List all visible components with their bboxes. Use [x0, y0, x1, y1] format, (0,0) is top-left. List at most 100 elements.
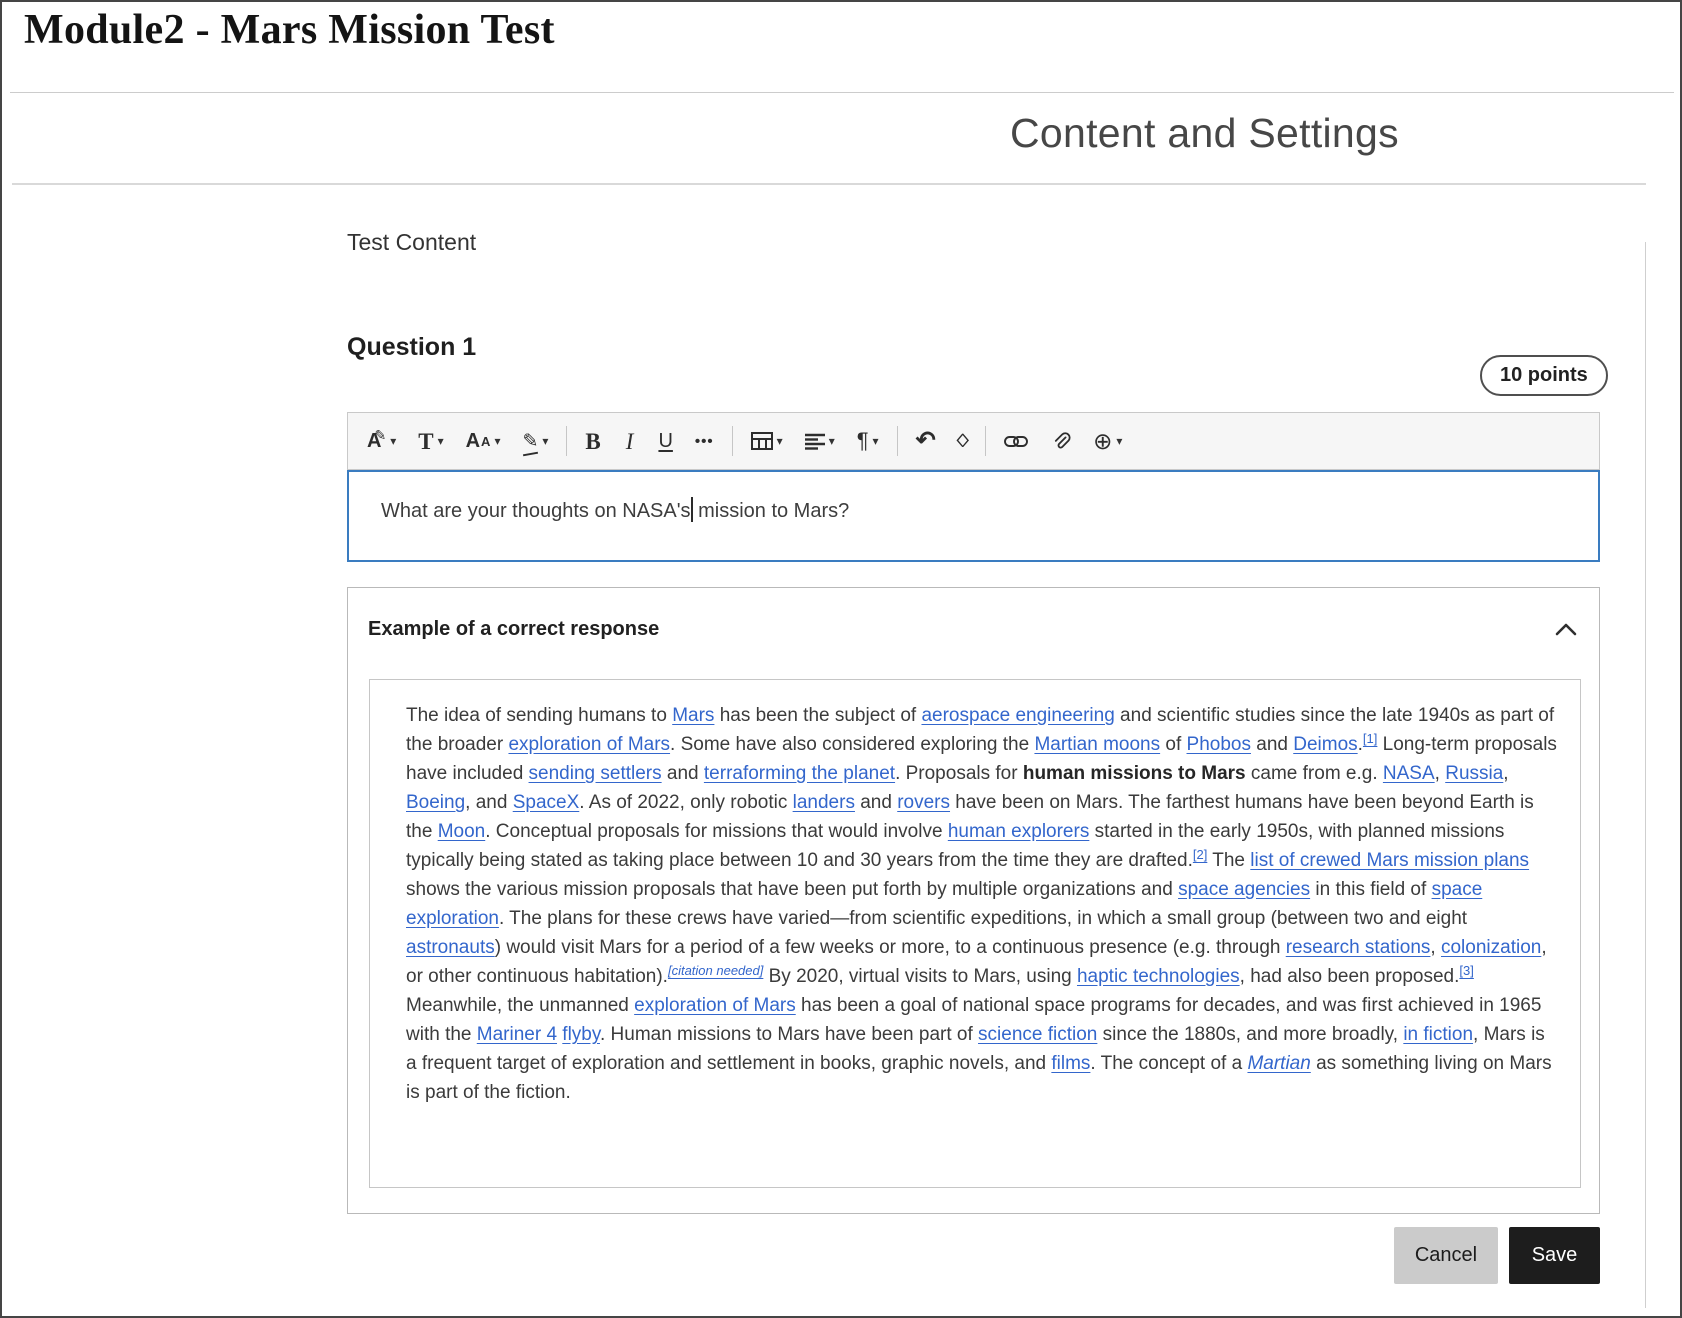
- italic-icon: I: [623, 430, 637, 453]
- example-response-text[interactable]: The idea of sending humans to Mars has b…: [369, 679, 1581, 1188]
- underline-button[interactable]: U: [647, 413, 683, 469]
- text-color-button[interactable]: A✎ ▾: [356, 413, 407, 469]
- paragraph-format-button[interactable]: ¶▾: [846, 413, 890, 469]
- inline-link[interactable]: research stations: [1286, 937, 1431, 958]
- paragraph: The idea of sending humans to Mars has b…: [406, 701, 1560, 991]
- font-size-button[interactable]: AA▾: [455, 413, 512, 469]
- example-header-label: Example of a correct response: [368, 618, 659, 641]
- more-options-button[interactable]: •••: [684, 413, 725, 469]
- inline-link[interactable]: Martian moons: [1034, 734, 1160, 755]
- inline-link[interactable]: sending settlers: [529, 763, 662, 784]
- bold-text: human missions to Mars: [1023, 763, 1246, 784]
- attach-file-button[interactable]: [1039, 413, 1082, 469]
- attach-file-icon: [1050, 431, 1071, 452]
- insert-link-button[interactable]: [993, 413, 1039, 469]
- dropdown-arrow-icon: ▾: [494, 435, 500, 447]
- inline-link[interactable]: astronauts: [406, 937, 495, 958]
- example-panel-header: Example of a correct response: [368, 614, 1577, 644]
- editor-toolbar: A✎▾T▾AA▾✎▾BIU•••▾▾¶▾↶◊⊕▾: [347, 412, 1600, 470]
- dropdown-arrow-icon: ▾: [829, 435, 835, 447]
- undo-icon: ↶: [916, 429, 936, 453]
- example-response-panel: Example of a correct response The idea o…: [347, 587, 1600, 1214]
- citation-needed-link[interactable]: [citation needed]: [668, 962, 763, 979]
- text-color-icon: A✎: [367, 431, 386, 451]
- inline-link[interactable]: Phobos: [1187, 734, 1251, 755]
- test-content-label: Test Content: [347, 229, 476, 256]
- insert-content-icon: ⊕: [1093, 430, 1112, 453]
- section-divider: [12, 183, 1646, 185]
- inline-link[interactable]: haptic technologies: [1077, 966, 1240, 987]
- inline-link[interactable]: [1]: [1363, 731, 1377, 746]
- inline-link[interactable]: Mariner 4: [477, 1024, 557, 1045]
- quiz-editor-window: Module2 - Mars Mission Test Content and …: [0, 0, 1682, 1318]
- insert-link-icon: [1004, 434, 1028, 449]
- save-button[interactable]: Save: [1509, 1227, 1600, 1284]
- question-text-editor[interactable]: What are your thoughts on NASA's mission…: [347, 470, 1600, 562]
- inline-link[interactable]: exploration of Mars: [634, 995, 796, 1016]
- header-divider: [10, 92, 1674, 93]
- question-title: Question 1: [347, 333, 476, 362]
- inline-link[interactable]: landers: [793, 792, 855, 813]
- font-family-button[interactable]: T▾: [407, 413, 454, 469]
- underline-icon: U: [658, 431, 672, 451]
- toolbar-separator: [985, 426, 986, 456]
- paragraph: Meanwhile, the unmanned exploration of M…: [406, 991, 1560, 1107]
- inline-link[interactable]: Deimos: [1293, 734, 1357, 755]
- inline-link[interactable]: Russia: [1445, 763, 1503, 784]
- reference-link[interactable]: [2]: [1193, 846, 1207, 863]
- clear-formatting-button[interactable]: ◊: [947, 413, 978, 469]
- chevron-up-icon[interactable]: [1555, 622, 1577, 636]
- toolbar-separator: [897, 426, 898, 456]
- text-align-button[interactable]: ▾: [794, 413, 846, 469]
- dropdown-arrow-icon: ▾: [390, 435, 396, 447]
- section-header: Content and Settings: [1010, 110, 1399, 157]
- italic-button[interactable]: I: [612, 413, 648, 469]
- inline-link[interactable]: space agencies: [1178, 879, 1310, 900]
- inline-link[interactable]: [2]: [1193, 847, 1207, 862]
- bold-icon: B: [585, 430, 600, 453]
- insert-content-button[interactable]: ⊕▾: [1082, 413, 1133, 469]
- inline-link[interactable]: Martian: [1247, 1053, 1310, 1074]
- insert-table-button[interactable]: ▾: [740, 413, 794, 469]
- inline-link[interactable]: NASA: [1383, 763, 1435, 784]
- inline-link[interactable]: aerospace engineering: [921, 705, 1114, 726]
- inline-link[interactable]: Moon: [438, 821, 486, 842]
- dropdown-arrow-icon: ▾: [438, 435, 444, 447]
- inline-link[interactable]: colonization: [1441, 937, 1541, 958]
- more-options-icon: •••: [695, 434, 714, 449]
- inline-link[interactable]: terraforming the planet: [704, 763, 895, 784]
- inline-link[interactable]: science fiction: [978, 1024, 1097, 1045]
- clear-formatting-icon: ◊: [956, 432, 969, 451]
- inline-link[interactable]: [citation needed]: [668, 963, 763, 978]
- dropdown-arrow-icon: ▾: [873, 435, 879, 447]
- undo-button[interactable]: ↶: [905, 413, 947, 469]
- highlight-color-button[interactable]: ✎▾: [511, 413, 559, 469]
- points-badge: 10 points: [1480, 355, 1608, 396]
- insert-table-icon: [751, 432, 773, 450]
- inline-link[interactable]: space exploration: [406, 879, 1482, 929]
- inline-link[interactable]: list of crewed Mars mission plans: [1250, 850, 1529, 871]
- inline-link[interactable]: [3]: [1459, 963, 1473, 978]
- bold-button[interactable]: B: [574, 413, 611, 469]
- inline-link[interactable]: Boeing: [406, 792, 465, 813]
- inline-link[interactable]: flyby: [562, 1024, 600, 1045]
- inline-link[interactable]: in fiction: [1403, 1024, 1473, 1045]
- paragraph-format-icon: ¶: [857, 430, 869, 452]
- inline-link[interactable]: rovers: [897, 792, 950, 813]
- reference-link[interactable]: [3]: [1459, 962, 1473, 979]
- font-family-icon: T: [418, 430, 433, 453]
- inline-link[interactable]: human explorers: [948, 821, 1090, 842]
- toolbar-separator: [566, 426, 567, 456]
- font-size-icon: AA: [466, 431, 491, 451]
- inline-link[interactable]: SpaceX: [513, 792, 580, 813]
- scrollbar-track[interactable]: [1645, 242, 1646, 1308]
- toolbar-separator: [732, 426, 733, 456]
- text-align-icon: [805, 433, 825, 450]
- inline-link[interactable]: films: [1051, 1053, 1090, 1074]
- question-text-after: mission to Mars?: [693, 500, 850, 522]
- dropdown-arrow-icon: ▾: [777, 435, 783, 447]
- inline-link[interactable]: exploration of Mars: [508, 734, 670, 755]
- cancel-button[interactable]: Cancel: [1394, 1227, 1498, 1284]
- inline-link[interactable]: Mars: [672, 705, 714, 726]
- reference-link[interactable]: [1]: [1363, 730, 1377, 747]
